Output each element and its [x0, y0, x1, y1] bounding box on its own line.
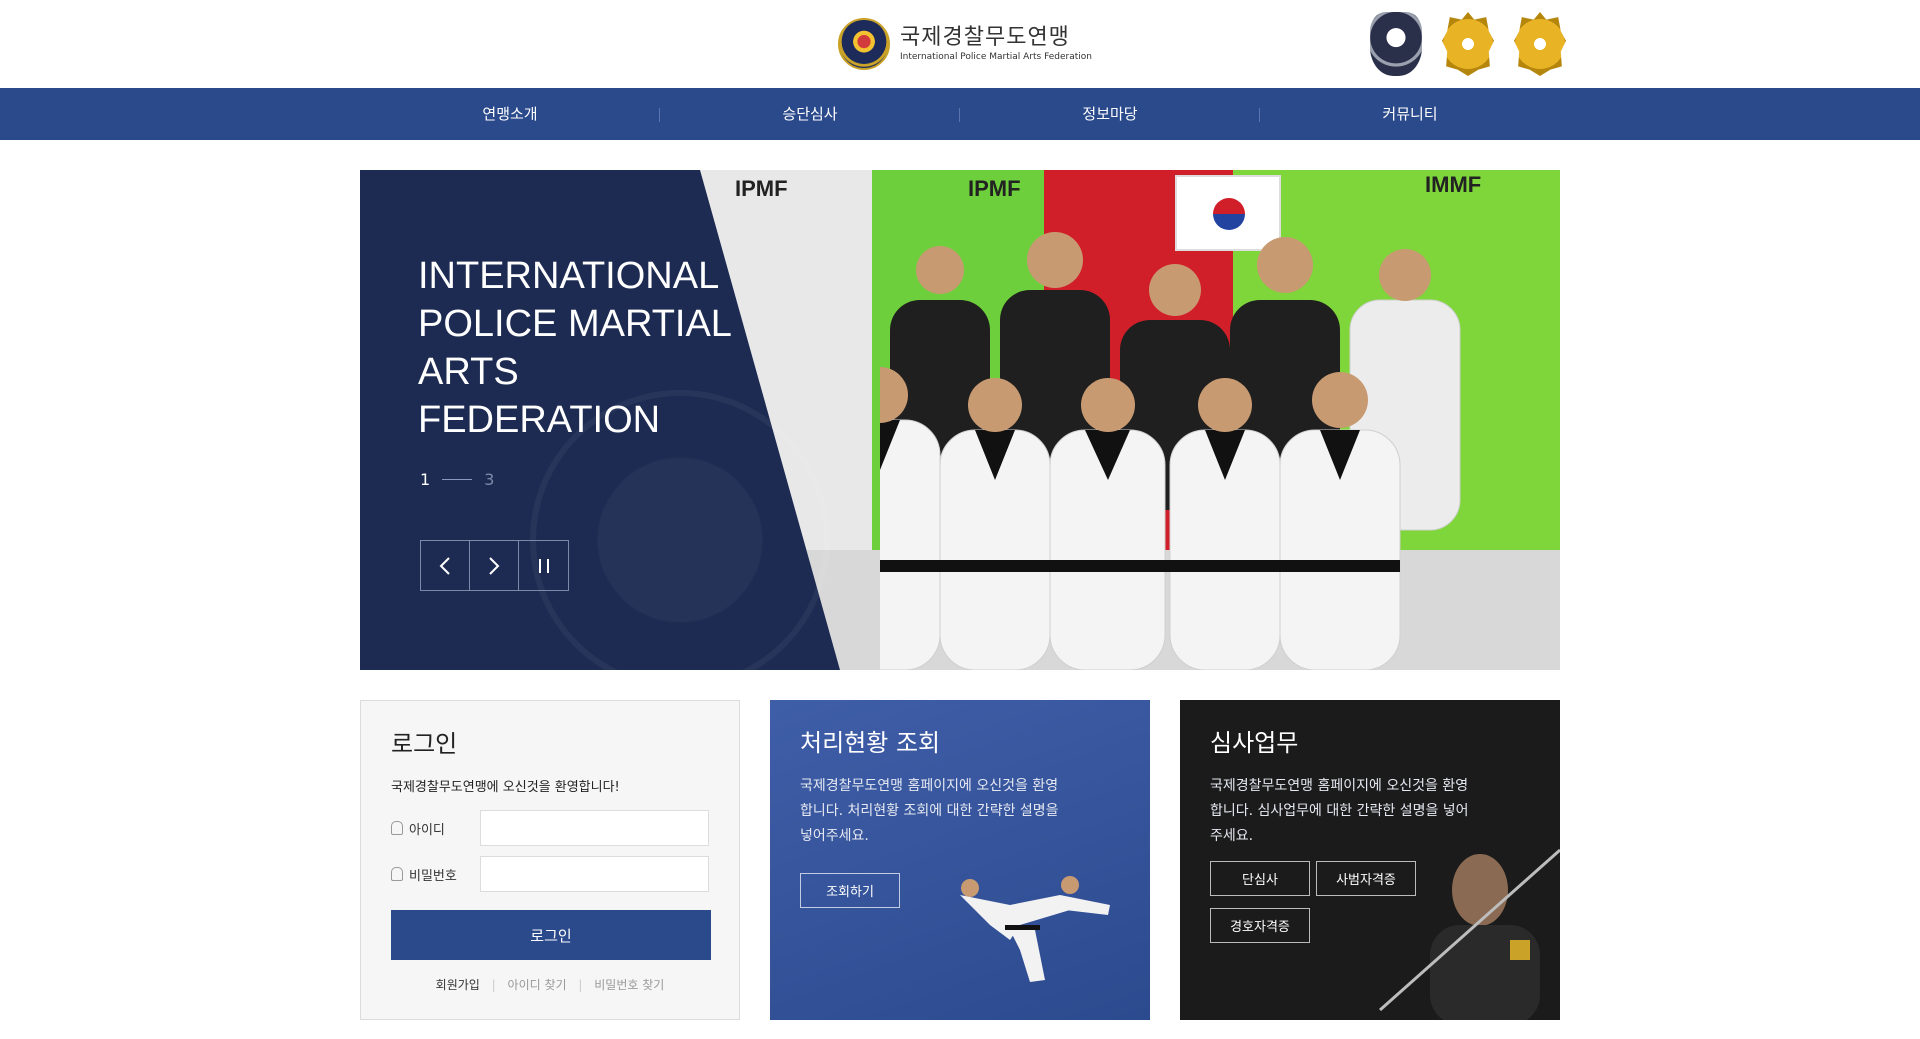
hero-sign-immf: IMMF: [1425, 172, 1482, 197]
join-link[interactable]: 회원가입: [436, 978, 480, 992]
nav-item-promotion-exam[interactable]: 승단심사: [660, 88, 960, 140]
nav-item-label: 정보마당: [1082, 105, 1138, 123]
password-input[interactable]: [480, 856, 709, 892]
login-password-row: 비밀번호: [391, 856, 709, 892]
main-nav: 연맹소개 승단심사 정보마당 커뮤니티: [0, 88, 1920, 140]
nav-item-information[interactable]: 정보마당: [960, 88, 1260, 140]
kicking-athlete-icon: [960, 876, 1110, 982]
prev-slide-button[interactable]: [421, 541, 470, 590]
status-title: 처리현황 조회: [800, 729, 941, 757]
slide-current: 1: [420, 470, 431, 489]
logo-text: 국제경찰무도연맹 International Police Martial Ar…: [900, 25, 1092, 63]
login-links: 회원가입 | 아이디 찾기 | 비밀번호 찾기: [391, 976, 709, 993]
swordsman-icon: [1379, 848, 1560, 1020]
partner-badges: [1370, 12, 1566, 76]
site-logo[interactable]: 국제경찰무도연맹 International Police Martial Ar…: [838, 18, 1092, 70]
logo-title-kr: 국제경찰무도연맹: [900, 25, 1070, 50]
lookup-button[interactable]: 조회하기: [800, 873, 900, 908]
hero-title: INTERNATIONAL POLICE MARTIAL ARTS FEDERA…: [418, 255, 731, 441]
next-slide-button[interactable]: [470, 541, 519, 590]
bodyguard-certificate-button[interactable]: 경호자격증: [1210, 908, 1310, 943]
login-id-row: 아이디: [391, 810, 709, 846]
link-divider: |: [491, 978, 496, 992]
login-title: 로그인: [391, 730, 458, 758]
martial-artists-group: [880, 232, 1461, 670]
impga-badge-icon[interactable]: [1442, 12, 1494, 76]
nav-item-about[interactable]: 연맹소개: [360, 88, 660, 140]
login-panel: 로그인 국제경찰무도연맹에 오신것을 환영합니다! 아이디 비밀번호 로그인 회…: [360, 700, 740, 1020]
status-lookup-panel: 처리현황 조회 국제경찰무도연맹 홈페이지에 오신것을 환영합니다. 처리현황 …: [770, 700, 1150, 1020]
dan-exam-button[interactable]: 단심사: [1210, 861, 1310, 896]
lock-icon: [391, 821, 403, 835]
exam-title: 심사업무: [1210, 729, 1299, 757]
hero-sign-ipmf: IPMF: [735, 176, 788, 201]
slide-pager: 1 3: [420, 470, 494, 489]
find-password-link[interactable]: 비밀번호 찾기: [594, 978, 664, 992]
pause-slide-button[interactable]: [519, 541, 568, 590]
chevron-left-icon: [439, 556, 450, 575]
exam-duties-panel: 심사업무 국제경찰무도연맹 홈페이지에 오신것을 환영합니다. 심사업무에 대한…: [1180, 700, 1560, 1020]
id-label: 아이디: [391, 819, 480, 838]
federation-emblem-icon: [838, 18, 890, 70]
site-header: 국제경찰무도연맹 International Police Martial Ar…: [0, 0, 1920, 88]
hero-slider: IPMF IPMF IMMF INTERNATIONAL POLICE MART…: [360, 170, 1560, 670]
slider-controls: [420, 540, 569, 591]
id-input[interactable]: [480, 810, 709, 846]
find-id-link[interactable]: 아이디 찾기: [508, 978, 567, 992]
nav-item-label: 승단심사: [782, 105, 838, 123]
id-label-text: 아이디: [409, 822, 445, 838]
slide-total: 3: [484, 470, 495, 489]
status-description: 국제경찰무도연맹 홈페이지에 오신것을 환영합니다. 처리현황 조회에 대한 간…: [800, 778, 1059, 844]
ipmf-shield-icon[interactable]: [1370, 12, 1422, 76]
user-icon: [391, 867, 403, 881]
pager-divider: [442, 479, 473, 480]
nav-item-label: 연맹소개: [482, 105, 538, 123]
password-label: 비밀번호: [391, 865, 480, 884]
hero-sign-ipmf: IPMF: [968, 176, 1021, 201]
pause-icon: [538, 558, 549, 573]
logo-title-en: International Police Martial Arts Federa…: [900, 52, 1093, 62]
nav-item-community[interactable]: 커뮤니티: [1260, 88, 1560, 140]
link-divider: |: [578, 978, 583, 992]
nav-item-label: 커뮤니티: [1382, 105, 1438, 123]
ipmf-badge-icon[interactable]: [1514, 12, 1566, 76]
login-button[interactable]: 로그인: [391, 910, 711, 960]
login-welcome-text: 국제경찰무도연맹에 오신것을 환영합니다!: [391, 780, 620, 795]
password-label-text: 비밀번호: [409, 868, 457, 884]
chevron-right-icon: [489, 556, 500, 575]
